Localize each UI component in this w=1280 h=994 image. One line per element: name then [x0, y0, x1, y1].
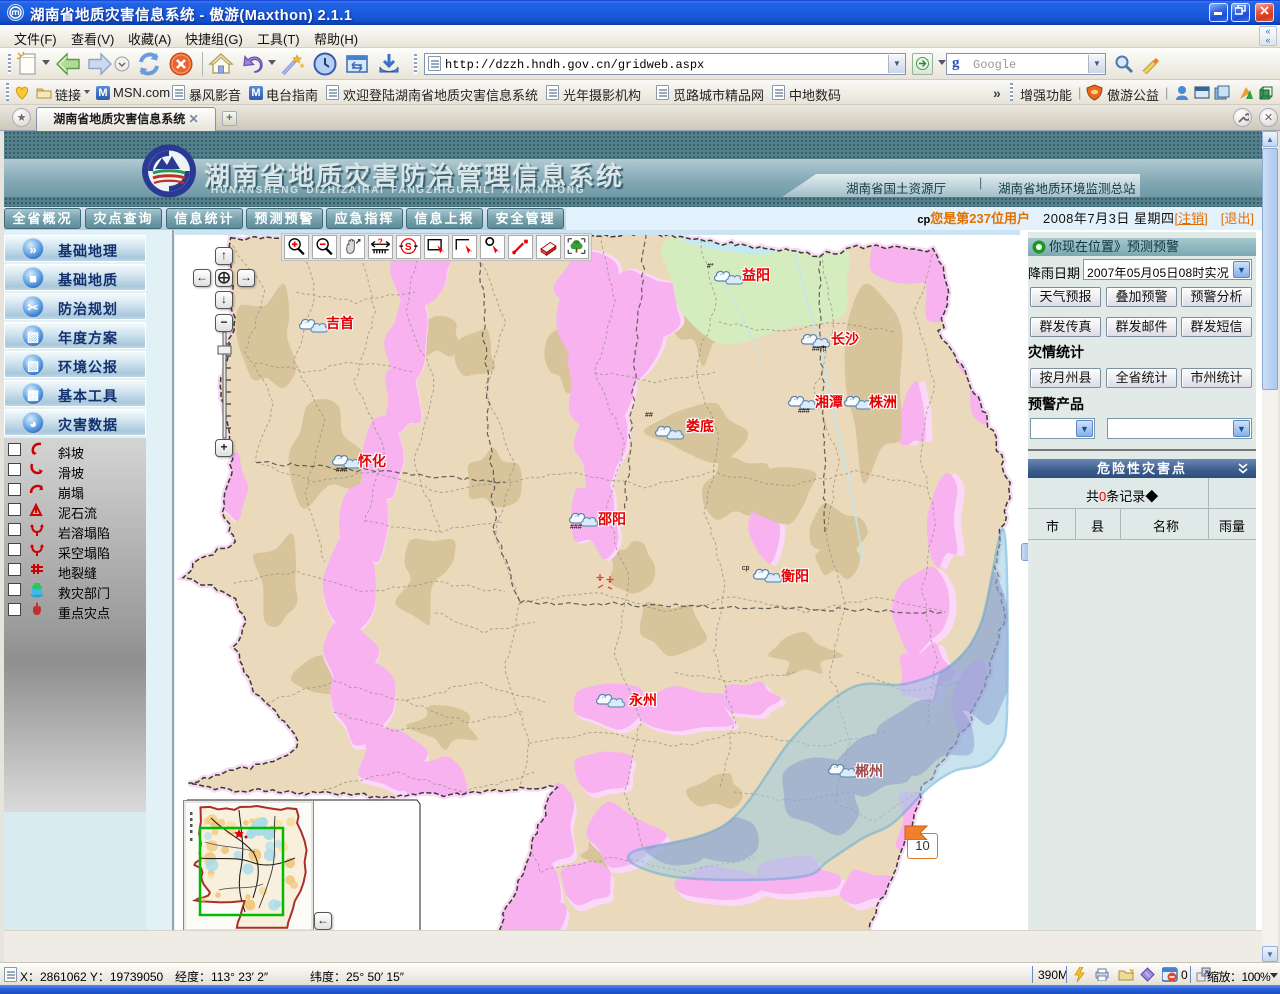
svg-text:S: S	[405, 242, 412, 253]
svg-text:?: ?	[378, 237, 383, 246]
